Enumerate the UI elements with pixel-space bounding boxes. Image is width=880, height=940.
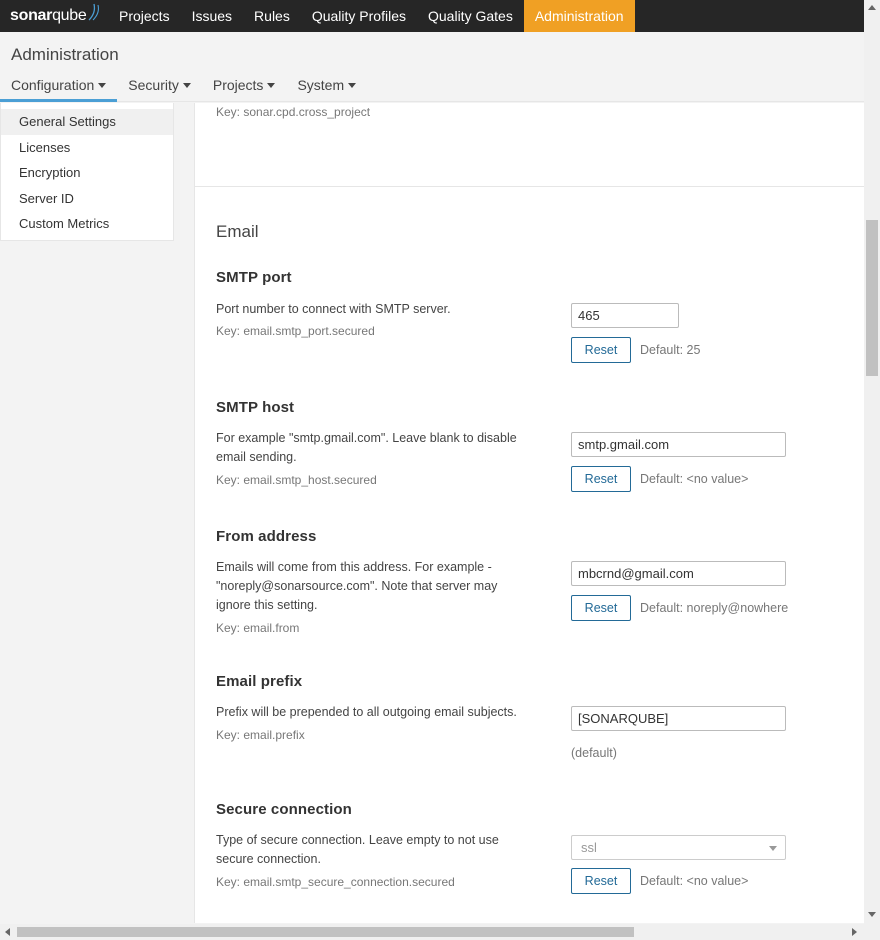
- subnav-configuration[interactable]: Configuration: [0, 75, 118, 102]
- subnav-system[interactable]: System: [286, 75, 367, 102]
- subnav-projects-label: Projects: [212, 77, 264, 93]
- nav-quality-gates[interactable]: Quality Gates: [417, 0, 524, 32]
- email-prefix-input[interactable]: [571, 706, 786, 731]
- setting-description: Prefix will be prepended to all outgoing…: [216, 705, 517, 719]
- vertical-scroll-thumb[interactable]: [866, 220, 878, 376]
- from-address-reset-button[interactable]: Reset: [571, 595, 631, 621]
- page-header: Administration Configuration Security Pr…: [0, 32, 864, 102]
- setting-description: Emails will come from this address. For …: [216, 560, 498, 612]
- setting-description: For example "smtp.gmail.com". Leave blan…: [216, 431, 517, 464]
- secure-connection-select[interactable]: ssl: [571, 835, 786, 860]
- vertical-scrollbar[interactable]: [864, 0, 880, 924]
- setting-default: Default: <no value>: [640, 472, 749, 486]
- sidebar-item-general-settings[interactable]: General Settings: [1, 109, 173, 135]
- chevron-down-icon: [769, 846, 777, 851]
- from-address-input[interactable]: [571, 561, 786, 586]
- scroll-left-arrow-icon[interactable]: [5, 928, 10, 936]
- setting-description: Port number to connect with SMTP server.: [216, 302, 451, 316]
- setting-title: Email prefix: [216, 673, 303, 690]
- logo-text: sonarqube: [10, 7, 87, 24]
- chevron-down-icon: [267, 83, 276, 88]
- subnav-projects[interactable]: Projects: [202, 75, 287, 102]
- scroll-down-arrow-icon[interactable]: [868, 912, 876, 917]
- chevron-down-icon: [348, 83, 357, 88]
- subnav-configuration-label: Configuration: [11, 77, 95, 93]
- setting-description: Type of secure connection. Leave empty t…: [216, 833, 499, 866]
- settings-main-panel: Key: sonar.cpd.cross_project Email SMTP …: [194, 103, 864, 923]
- sidebar-item-licenses[interactable]: Licenses: [1, 135, 173, 161]
- setting-default: Default: 25: [640, 343, 701, 357]
- scroll-up-arrow-icon[interactable]: [868, 5, 876, 10]
- setting-key: Key: email.smtp_secure_connection.secure…: [216, 875, 455, 889]
- smtp-port-input[interactable]: [571, 303, 679, 328]
- nav-issues[interactable]: Issues: [181, 0, 243, 32]
- setting-default: Default: <no value>: [640, 874, 749, 888]
- setting-title: From address: [216, 528, 317, 545]
- subnav-security[interactable]: Security: [117, 75, 202, 102]
- smtp-port-reset-button[interactable]: Reset: [571, 337, 631, 363]
- setting-key: Key: email.smtp_host.secured: [216, 473, 377, 487]
- secure-connection-reset-button[interactable]: Reset: [571, 868, 631, 894]
- setting-default: (default): [571, 746, 617, 760]
- sidebar-item-custom-metrics[interactable]: Custom Metrics: [1, 211, 173, 237]
- setting-smtp-host: SMTP host For example "smtp.gmail.com". …: [216, 399, 846, 492]
- chevron-down-icon: [98, 83, 107, 88]
- scroll-right-arrow-icon[interactable]: [852, 928, 857, 936]
- chevron-down-icon: [182, 83, 191, 88]
- horizontal-scrollbar[interactable]: [0, 924, 880, 940]
- setting-key: Key: email.prefix: [216, 728, 305, 742]
- top-navbar: sonarqube Projects Issues Rules Quality …: [0, 0, 864, 32]
- section-title-email: Email: [216, 222, 259, 241]
- select-value: ssl: [581, 840, 597, 855]
- section-divider: [195, 186, 864, 187]
- logo-waves-icon: [89, 3, 100, 21]
- setting-key: Key: sonar.cpd.cross_project: [216, 105, 371, 119]
- nav-quality-profiles[interactable]: Quality Profiles: [301, 0, 417, 32]
- admin-subnav: Configuration Security Projects System: [0, 75, 367, 102]
- setting-key: Key: email.from: [216, 621, 300, 635]
- setting-secure-connection: Secure connection Type of secure connect…: [216, 801, 846, 894]
- setting-title: Secure connection: [216, 801, 352, 818]
- nav-administration[interactable]: Administration: [523, 0, 635, 32]
- sidebar-item-encryption[interactable]: Encryption: [1, 160, 173, 186]
- setting-smtp-port: SMTP port Port number to connect with SM…: [216, 269, 846, 363]
- nav-rules[interactable]: Rules: [243, 0, 301, 32]
- horizontal-scroll-thumb[interactable]: [17, 927, 634, 937]
- setting-title: SMTP host: [216, 399, 295, 416]
- smtp-host-reset-button[interactable]: Reset: [571, 466, 631, 492]
- setting-key: Key: email.smtp_port.secured: [216, 324, 375, 338]
- setting-title: SMTP port: [216, 269, 292, 286]
- subnav-system-label: System: [297, 77, 345, 93]
- sonarqube-logo[interactable]: sonarqube: [0, 0, 108, 32]
- settings-sidebar: General Settings Licenses Encryption Ser…: [0, 103, 174, 241]
- setting-email-prefix: Email prefix Prefix will be prepended to…: [216, 673, 846, 760]
- sidebar-item-server-id[interactable]: Server ID: [1, 186, 173, 212]
- nav-projects[interactable]: Projects: [108, 0, 181, 32]
- setting-from-address: From address Emails will come from this …: [216, 528, 846, 635]
- page-title: Administration: [11, 45, 119, 64]
- setting-default: Default: noreply@nowhere: [640, 601, 789, 615]
- smtp-host-input[interactable]: [571, 432, 786, 457]
- subnav-security-label: Security: [128, 77, 179, 93]
